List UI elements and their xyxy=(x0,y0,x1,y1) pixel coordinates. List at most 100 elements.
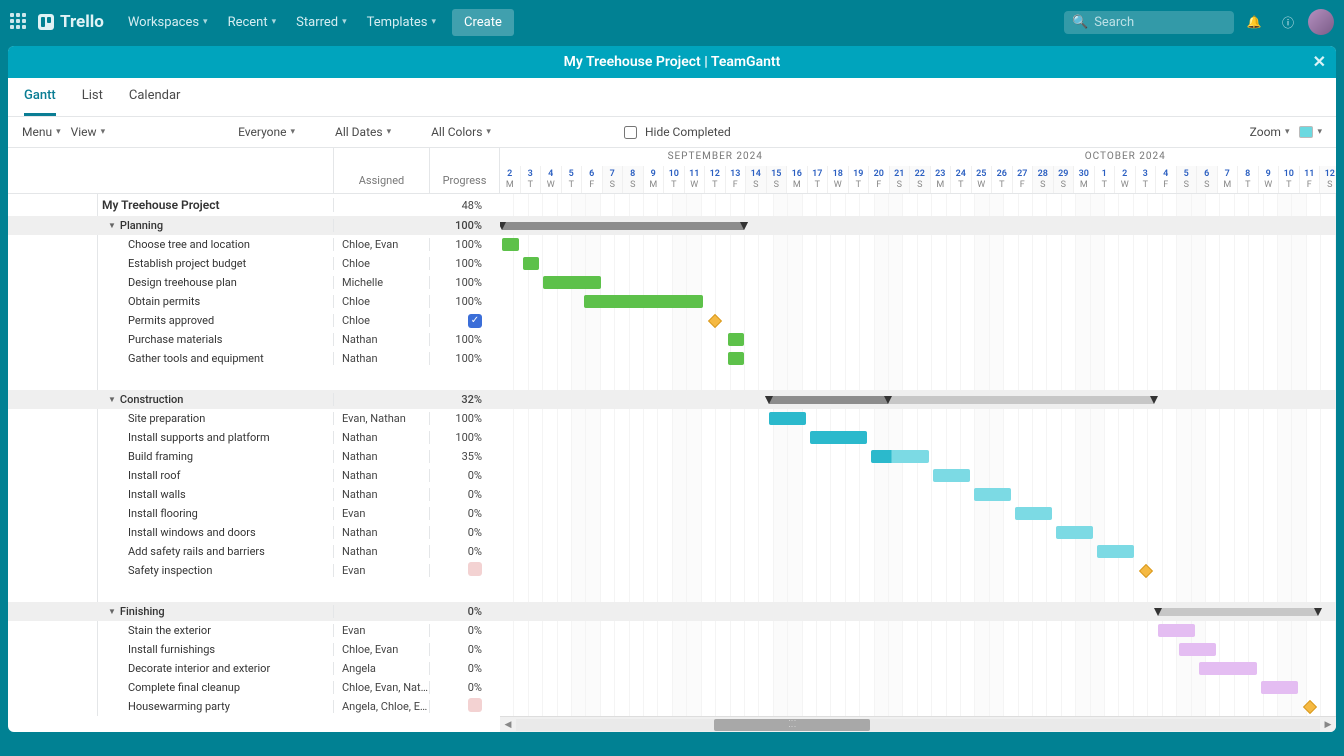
task-bar[interactable] xyxy=(871,450,929,463)
milestone-checkbox[interactable] xyxy=(468,698,482,712)
task-bar[interactable] xyxy=(974,488,1011,501)
avatar[interactable] xyxy=(1308,9,1334,35)
task-progress: 100% xyxy=(430,257,500,270)
task-bar[interactable] xyxy=(810,431,868,444)
day-col: 2M xyxy=(500,166,521,193)
milestone-diamond[interactable] xyxy=(1138,563,1152,577)
task-assigned: Chloe xyxy=(334,295,430,308)
task-bar[interactable] xyxy=(728,352,745,365)
milestone-checkbox[interactable]: ✓ xyxy=(468,314,482,328)
task-name[interactable]: Install supports and platform xyxy=(8,431,334,444)
project-name[interactable]: My Treehouse Project xyxy=(8,198,334,212)
board-title: My Treehouse Project | TeamGantt xyxy=(564,54,781,70)
task-name[interactable]: Housewarming party xyxy=(8,700,334,713)
nav-workspaces[interactable]: Workspaces▾ xyxy=(118,9,218,36)
month-header: OCTOBER 2024 xyxy=(931,148,1321,166)
day-col: 9W xyxy=(1259,166,1280,193)
tab-gantt[interactable]: Gantt xyxy=(24,88,56,116)
task-name[interactable]: Establish project budget xyxy=(8,257,334,270)
board-title-bar: My Treehouse Project | TeamGantt ✕ xyxy=(8,46,1336,78)
day-col: 1T xyxy=(1095,166,1116,193)
task-name[interactable]: Install walls xyxy=(8,488,334,501)
search-input[interactable]: 🔍Search xyxy=(1064,11,1234,34)
task-name[interactable]: Build framing xyxy=(8,450,334,463)
day-col: 5T xyxy=(562,166,583,193)
group-row[interactable]: ▼Finishing xyxy=(8,605,334,618)
tab-list[interactable]: List xyxy=(82,88,103,116)
day-col: 22S xyxy=(910,166,931,193)
color-picker[interactable]: ▾ xyxy=(1299,126,1322,138)
milestone-diamond[interactable] xyxy=(708,313,722,327)
task-name[interactable]: Site preparation xyxy=(8,412,334,425)
task-assigned: Evan xyxy=(334,507,430,520)
task-bar[interactable] xyxy=(1015,507,1052,520)
milestone-diamond[interactable] xyxy=(1302,699,1316,713)
task-name[interactable]: Design treehouse plan xyxy=(8,276,334,289)
task-name[interactable]: Permits approved xyxy=(8,314,334,327)
nav-recent[interactable]: Recent▾ xyxy=(218,9,287,36)
task-assigned: Evan xyxy=(334,564,430,577)
group-row[interactable]: ▼Planning xyxy=(8,219,334,232)
group-row[interactable]: ▼Construction xyxy=(8,393,334,406)
task-name[interactable]: Install roof xyxy=(8,469,334,482)
task-bar[interactable] xyxy=(523,257,540,270)
filter-all-colors[interactable]: All Colors▾ xyxy=(431,125,491,139)
task-progress: 35% xyxy=(430,450,500,463)
task-progress: 0% xyxy=(430,507,500,520)
help-icon[interactable]: ⓘ xyxy=(1274,8,1302,36)
task-name[interactable]: Stain the exterior xyxy=(8,624,334,637)
create-button[interactable]: Create xyxy=(452,9,514,36)
task-name[interactable]: Safety inspection xyxy=(8,564,334,577)
task-bar[interactable] xyxy=(728,333,745,346)
hide-completed-checkbox[interactable]: Hide Completed xyxy=(624,125,731,139)
apps-icon[interactable] xyxy=(10,13,28,31)
task-bar[interactable] xyxy=(1179,643,1216,656)
task-name[interactable]: Install flooring xyxy=(8,507,334,520)
filter-all-dates[interactable]: All Dates▾ xyxy=(335,125,391,139)
task-progress: 100% xyxy=(430,276,500,289)
task-bar[interactable] xyxy=(1056,526,1093,539)
task-name[interactable]: Decorate interior and exterior xyxy=(8,662,334,675)
task-bar[interactable] xyxy=(769,412,806,425)
tab-calendar[interactable]: Calendar xyxy=(129,88,181,116)
task-name[interactable]: Obtain permits xyxy=(8,295,334,308)
task-bar[interactable] xyxy=(584,295,703,308)
task-bar[interactable] xyxy=(933,469,970,482)
task-name[interactable]: Choose tree and location xyxy=(8,238,334,251)
task-name[interactable]: Add safety rails and barriers xyxy=(8,545,334,558)
task-progress: 0% xyxy=(430,681,500,694)
nav-templates[interactable]: Templates▾ xyxy=(357,9,446,36)
day-col: 26T xyxy=(992,166,1013,193)
search-icon: 🔍 xyxy=(1072,15,1088,30)
notifications-icon[interactable]: 🔔 xyxy=(1240,8,1268,36)
scroll-thumb[interactable] xyxy=(714,719,870,731)
day-col: 6F xyxy=(582,166,603,193)
close-icon[interactable]: ✕ xyxy=(1313,52,1326,71)
scroll-right-icon[interactable]: ▶ xyxy=(1320,720,1336,730)
task-bar[interactable] xyxy=(1199,662,1257,675)
view-button[interactable]: View▾ xyxy=(71,125,105,139)
scroll-left-icon[interactable]: ◀ xyxy=(500,720,516,730)
zoom-button[interactable]: Zoom▾ xyxy=(1250,125,1290,139)
task-bar[interactable] xyxy=(1261,681,1298,694)
task-name[interactable]: Gather tools and equipment xyxy=(8,352,334,365)
task-bar[interactable] xyxy=(1097,545,1134,558)
task-bar[interactable] xyxy=(1158,624,1195,637)
horizontal-scrollbar[interactable]: ◀ ▶ xyxy=(500,716,1336,732)
task-name[interactable]: Complete final cleanup xyxy=(8,681,334,694)
trello-logo[interactable]: Trello xyxy=(38,12,104,32)
milestone-checkbox[interactable] xyxy=(468,562,482,576)
filter-everyone[interactable]: Everyone▾ xyxy=(238,125,295,139)
day-col: 5S xyxy=(1177,166,1198,193)
task-bar[interactable] xyxy=(502,238,519,251)
task-name[interactable]: Purchase materials xyxy=(8,333,334,346)
task-name[interactable]: Install windows and doors xyxy=(8,526,334,539)
menu-button[interactable]: Menu▾ xyxy=(22,125,61,139)
day-col: 10T xyxy=(1279,166,1300,193)
task-progress: 0% xyxy=(430,624,500,637)
task-bar[interactable] xyxy=(543,276,601,289)
summary-bar[interactable] xyxy=(1158,608,1318,616)
nav-starred[interactable]: Starred▾ xyxy=(286,9,357,36)
task-name[interactable]: Install furnishings xyxy=(8,643,334,656)
task-assigned: Nathan xyxy=(334,333,430,346)
